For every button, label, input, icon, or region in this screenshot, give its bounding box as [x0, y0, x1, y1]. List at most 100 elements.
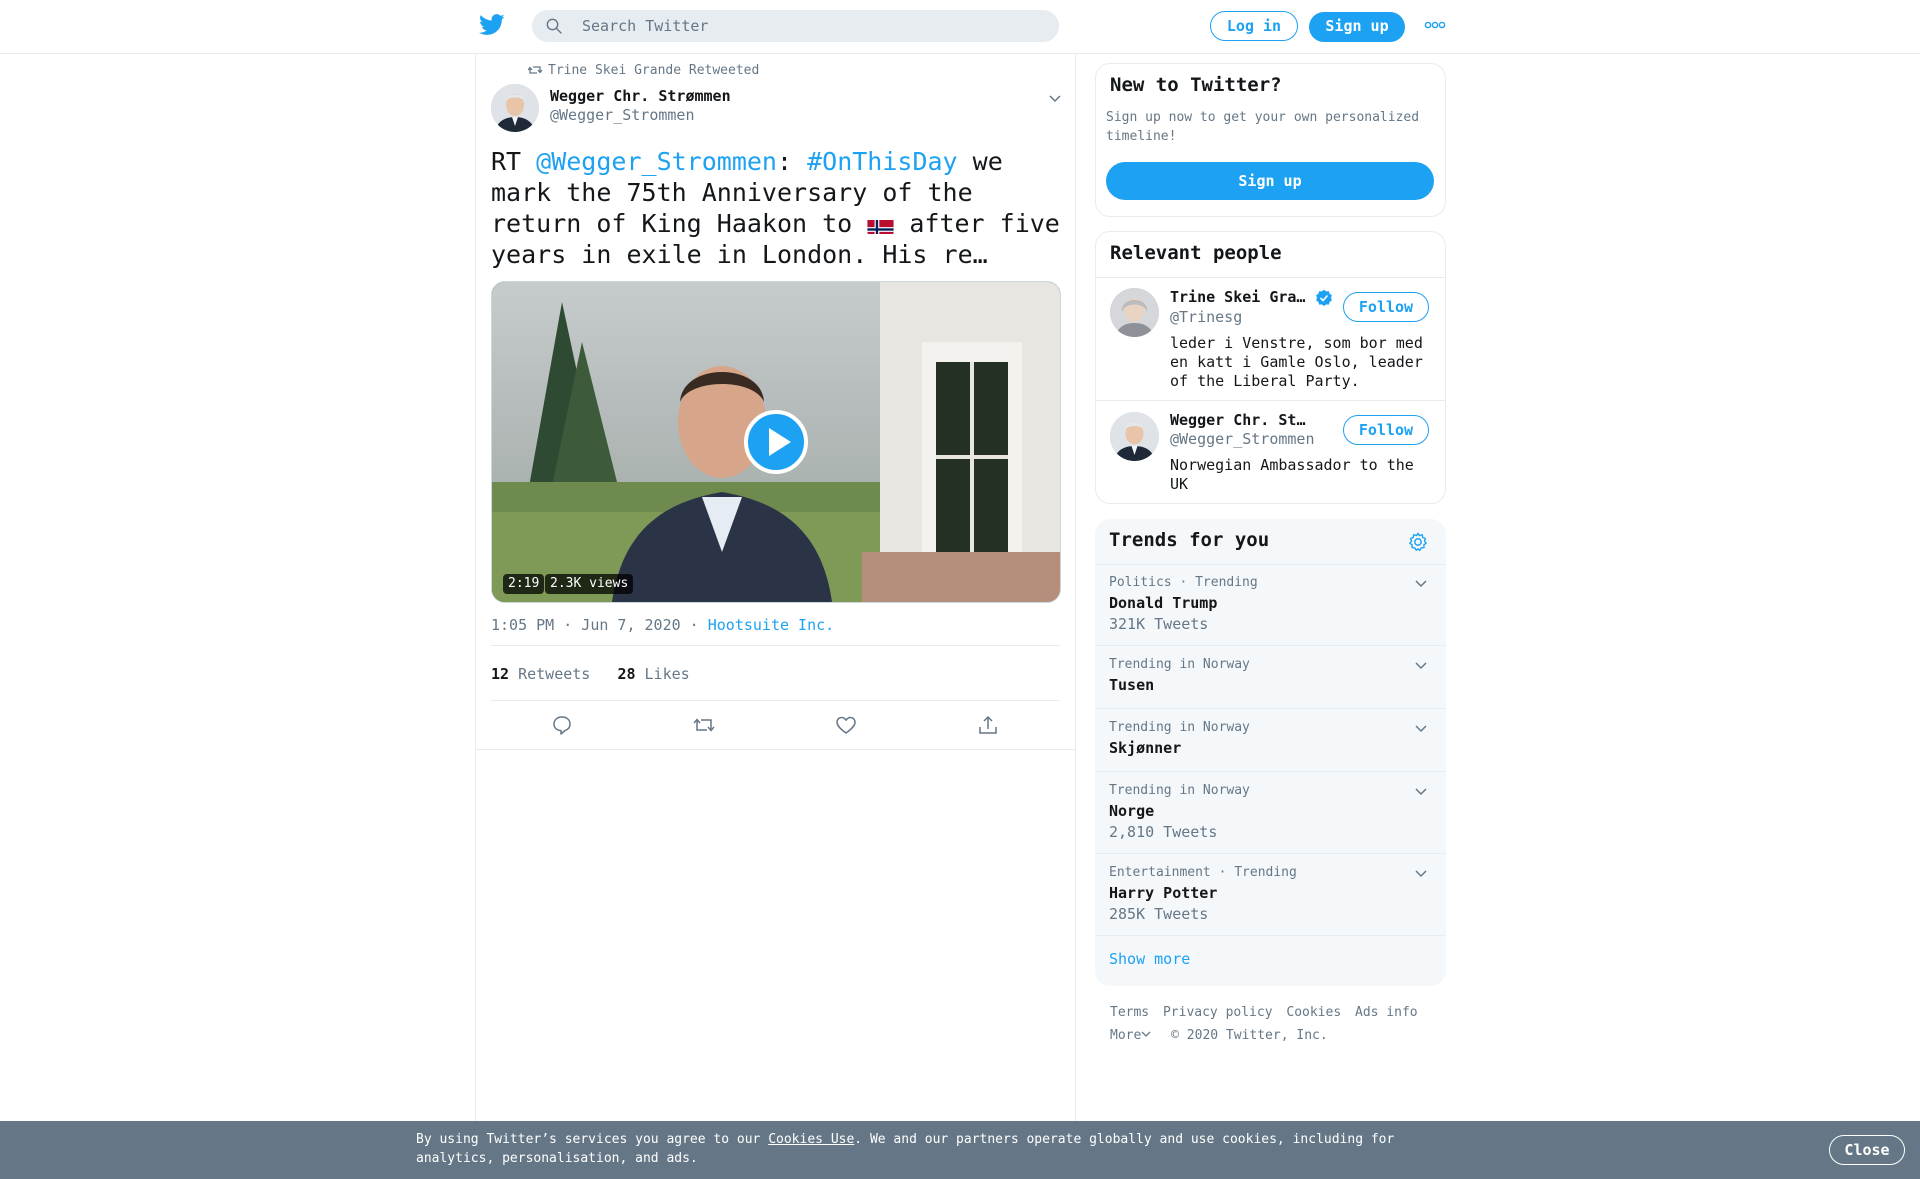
- footer-more-label: More: [1110, 1028, 1142, 1043]
- likes-label: Likes: [644, 665, 690, 683]
- trends-title: Trends for you: [1109, 529, 1270, 551]
- footer-more-menu[interactable]: More: [1110, 1028, 1151, 1043]
- cookie-text-before: By using Twitter’s services you agree to…: [416, 1132, 769, 1147]
- relevant-people-title: Relevant people: [1110, 242, 1282, 264]
- author-avatar[interactable]: [491, 84, 539, 132]
- footer-link-ads[interactable]: Ads info: [1355, 1005, 1418, 1020]
- tweet-column: Trine Skei Grande Retweeted Wegger Chr. …: [475, 53, 1076, 1123]
- video-views: 2.3K views: [545, 574, 634, 594]
- login-button[interactable]: Log in: [1210, 11, 1298, 41]
- person-name[interactable]: Wegger Chr. Strøm…: [1170, 411, 1310, 429]
- retweets-count: 12: [491, 665, 510, 683]
- likes-count: 28: [617, 665, 636, 683]
- trend-context: Politics · Trending: [1109, 575, 1258, 590]
- footer-link-privacy[interactable]: Privacy policy: [1163, 1005, 1273, 1020]
- trend-name[interactable]: Skjønner: [1109, 739, 1181, 757]
- twitter-bird-icon[interactable]: [479, 14, 505, 36]
- chevron-down-icon: [1141, 1031, 1151, 1037]
- play-icon: [744, 410, 808, 474]
- chevron-down-icon[interactable]: [1044, 88, 1066, 110]
- video-duration: 2:19: [503, 574, 545, 594]
- person-bio: leder i Venstre, som bor med en katt i G…: [1170, 334, 1423, 390]
- follow-button[interactable]: Follow: [1343, 292, 1429, 322]
- divider: [1095, 564, 1446, 565]
- trend-context: Trending in Norway: [1109, 720, 1250, 735]
- retweets-label: Retweets: [518, 665, 591, 683]
- tweet-meta: 1:05 PM · Jun 7, 2020 · Hootsuite Inc.: [491, 616, 834, 634]
- like-icon[interactable]: [834, 713, 858, 737]
- retweeted-by-text: Trine Skei Grande Retweeted: [548, 63, 760, 78]
- cookie-text: By using Twitter’s services you agree to…: [416, 1130, 1416, 1168]
- person-handle[interactable]: @Wegger_Strommen: [1170, 430, 1315, 448]
- chevron-down-icon[interactable]: [1413, 865, 1429, 881]
- search-icon: [546, 18, 562, 34]
- new-to-twitter-title: New to Twitter?: [1110, 74, 1282, 96]
- relevant-people-card: Relevant people Trine Skei Gra… @Trinesg…: [1095, 231, 1446, 504]
- trend-count: 321K Tweets: [1109, 615, 1209, 633]
- divider: [1095, 771, 1446, 772]
- chevron-down-icon[interactable]: [1413, 657, 1429, 673]
- search-input[interactable]: [582, 10, 1042, 42]
- retweet-small-icon: [527, 66, 543, 74]
- retweets-stat[interactable]: 12 Retweets: [491, 665, 590, 683]
- person-handle[interactable]: @Trinesg: [1170, 308, 1242, 326]
- trend-count: 285K Tweets: [1109, 905, 1209, 923]
- person-name[interactable]: Trine Skei Gra…: [1170, 288, 1310, 306]
- new-to-twitter-text: Sign up now to get your own personalized…: [1106, 110, 1420, 144]
- copyright: © 2020 Twitter, Inc.: [1171, 1028, 1328, 1043]
- cookies-use-link[interactable]: Cookies Use: [768, 1132, 854, 1147]
- person-avatar[interactable]: [1110, 288, 1159, 337]
- show-more-link[interactable]: Show more: [1109, 950, 1190, 968]
- author-handle[interactable]: @Wegger_Strommen: [550, 106, 695, 124]
- trend-name[interactable]: Harry Potter: [1109, 884, 1217, 902]
- chevron-down-icon[interactable]: [1413, 720, 1429, 736]
- trend-name[interactable]: Donald Trump: [1109, 594, 1217, 612]
- trend-name[interactable]: Norge: [1109, 802, 1154, 820]
- tweet-stats: 12 Retweets 28 Likes: [491, 665, 690, 683]
- gear-icon[interactable]: [1407, 531, 1429, 553]
- top-bar: Log in Sign up: [0, 0, 1920, 54]
- play-button[interactable]: [744, 410, 808, 474]
- author-name[interactable]: Wegger Chr. Strømmen: [550, 87, 731, 105]
- verified-badge-icon: [1316, 289, 1332, 306]
- trend-context: Trending in Norway: [1109, 657, 1250, 672]
- divider: [1096, 400, 1445, 401]
- footer-secondary: More © 2020 Twitter, Inc.: [1110, 1028, 1334, 1043]
- mention-link[interactable]: @Wegger_Strommen: [536, 147, 777, 176]
- tweet-timestamp[interactable]: 1:05 PM · Jun 7, 2020 ·: [491, 616, 708, 634]
- reply-icon[interactable]: [550, 713, 574, 737]
- signup-button[interactable]: Sign up: [1309, 12, 1405, 42]
- search-box[interactable]: [532, 10, 1059, 42]
- person-bio: Norwegian Ambassador to the UK: [1170, 456, 1414, 493]
- trend-name[interactable]: Tusen: [1109, 676, 1154, 694]
- tweet-text: RT @Wegger_Strommen: #OnThisDay we mark …: [491, 146, 1061, 270]
- chevron-down-icon[interactable]: [1413, 575, 1429, 591]
- divider: [491, 700, 1060, 701]
- share-icon[interactable]: [976, 713, 1000, 737]
- chevron-down-icon[interactable]: [1413, 783, 1429, 799]
- divider: [1095, 708, 1446, 709]
- retweet-icon[interactable]: [692, 713, 716, 737]
- tweet-source-link[interactable]: Hootsuite Inc.: [708, 616, 834, 634]
- new-to-twitter-card: New to Twitter? Sign up now to get your …: [1095, 63, 1446, 217]
- norway-flag-icon: [867, 215, 894, 234]
- person-avatar[interactable]: [1110, 412, 1159, 461]
- trend-count: 2,810 Tweets: [1109, 823, 1218, 841]
- divider: [1095, 645, 1446, 646]
- footer-link-cookies[interactable]: Cookies: [1286, 1005, 1341, 1020]
- divider: [491, 645, 1060, 646]
- follow-button[interactable]: Follow: [1343, 415, 1429, 445]
- cookie-banner: By using Twitter’s services you agree to…: [0, 1121, 1920, 1179]
- divider: [1095, 935, 1446, 936]
- likes-stat[interactable]: 28 Likes: [617, 665, 689, 683]
- trend-context: Entertainment · Trending: [1109, 865, 1297, 880]
- hashtag-link[interactable]: #OnThisDay: [807, 147, 958, 176]
- sidebar-signup-button[interactable]: Sign up: [1106, 162, 1434, 200]
- video-player[interactable]: 2:19 2.3K views: [491, 281, 1061, 603]
- trend-context: Trending in Norway: [1109, 783, 1250, 798]
- close-button[interactable]: Close: [1829, 1135, 1905, 1165]
- footer-link-terms[interactable]: Terms: [1110, 1005, 1149, 1020]
- more-options-icon[interactable]: [1424, 20, 1446, 30]
- divider: [1096, 277, 1445, 278]
- tweet-text-prefix: RT: [491, 147, 537, 176]
